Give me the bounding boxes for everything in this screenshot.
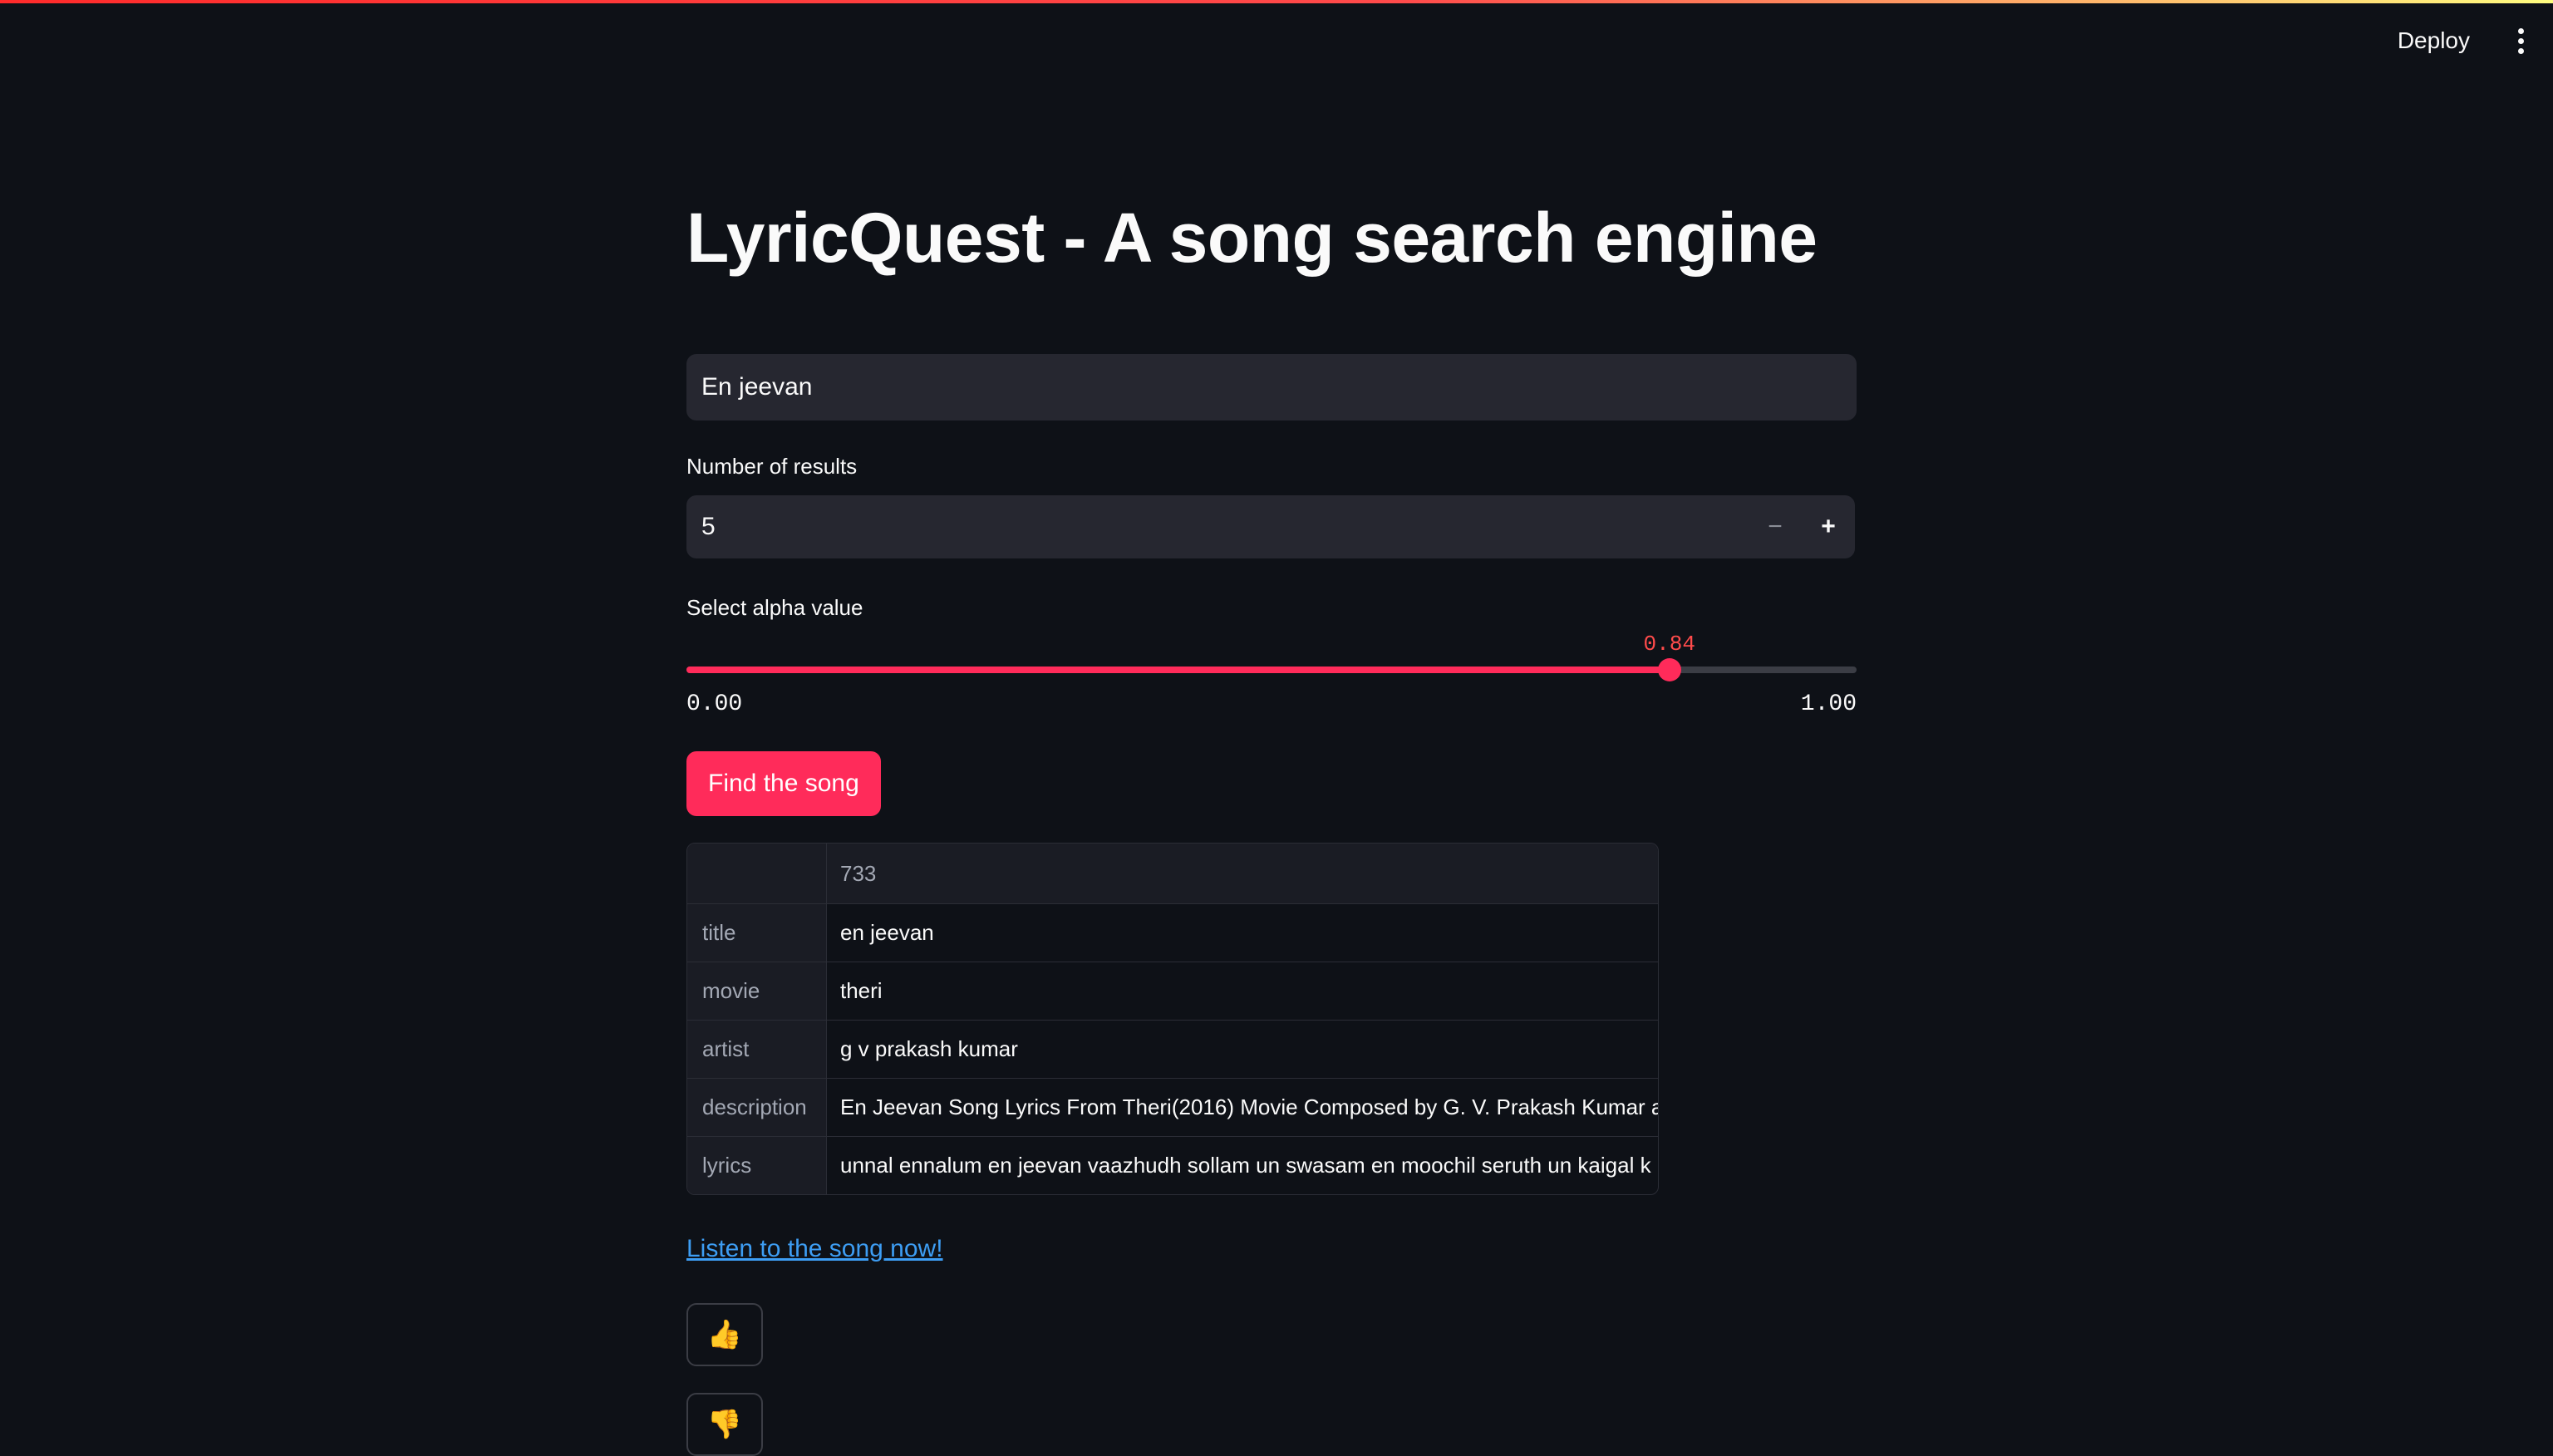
table-cell[interactable]: g v prakash kumar: [827, 1021, 1658, 1078]
table-cell[interactable]: En Jeevan Song Lyrics From Theri(2016) M…: [827, 1079, 1658, 1136]
thumbs-down-button[interactable]: 👎: [686, 1393, 763, 1456]
slider-current-value: 0.84: [1643, 632, 1695, 657]
slider-max-label: 1.00: [1800, 691, 1857, 717]
table-row: title en jeevan: [687, 903, 1658, 962]
app-header: Deploy: [0, 0, 2553, 80]
table-row: movie theri: [687, 962, 1658, 1020]
vertical-ellipsis-icon[interactable]: [2501, 22, 2540, 60]
number-of-results-stepper: 5 − +: [686, 495, 1855, 558]
number-of-results-label: Number of results: [686, 454, 858, 479]
thumbs-up-button[interactable]: 👍: [686, 1303, 763, 1366]
number-of-results-input[interactable]: 5: [686, 495, 1749, 558]
table-cell[interactable]: unnal ennalum en jeevan vaazhudh sollam …: [827, 1137, 1658, 1194]
table-index-header: [687, 844, 827, 903]
table-column-header: 733: [840, 860, 877, 886]
alpha-slider-label: Select alpha value: [686, 595, 863, 620]
table-row-key: movie: [687, 962, 827, 1020]
table-row: description En Jeevan Song Lyrics From T…: [687, 1078, 1658, 1136]
result-table: 733 title en jeevan movie theri artist g…: [686, 843, 1659, 1195]
table-row-key: title: [687, 904, 827, 962]
table-row: lyrics unnal ennalum en jeevan vaazhudh …: [687, 1136, 1658, 1194]
table-cell[interactable]: theri: [827, 962, 1658, 1020]
table-cell[interactable]: en jeevan: [827, 904, 1658, 962]
table-row-key: description: [687, 1079, 827, 1136]
slider-fill: [686, 667, 1670, 673]
increment-button[interactable]: +: [1802, 495, 1855, 558]
find-song-button[interactable]: Find the song: [686, 751, 881, 816]
slider-min-label: 0.00: [686, 691, 743, 717]
alpha-slider: 0.84 0.00 1.00: [686, 632, 1857, 731]
table-row-key: lyrics: [687, 1137, 827, 1194]
decrement-button[interactable]: −: [1749, 495, 1802, 558]
slider-thumb[interactable]: [1657, 658, 1681, 681]
listen-song-link[interactable]: Listen to the song now!: [686, 1235, 943, 1263]
thumbs-down-icon: 👎: [706, 1409, 743, 1440]
slider-track[interactable]: [686, 658, 1857, 681]
table-header-row: 733: [687, 844, 1658, 903]
thumbs-up-icon: 👍: [706, 1319, 743, 1350]
table-row-key: artist: [687, 1021, 827, 1078]
page-title: LyricQuest - A song search engine: [686, 199, 1818, 277]
deploy-button[interactable]: Deploy: [2384, 22, 2483, 60]
song-search-input[interactable]: [686, 354, 1857, 421]
table-row: artist g v prakash kumar: [687, 1020, 1658, 1078]
